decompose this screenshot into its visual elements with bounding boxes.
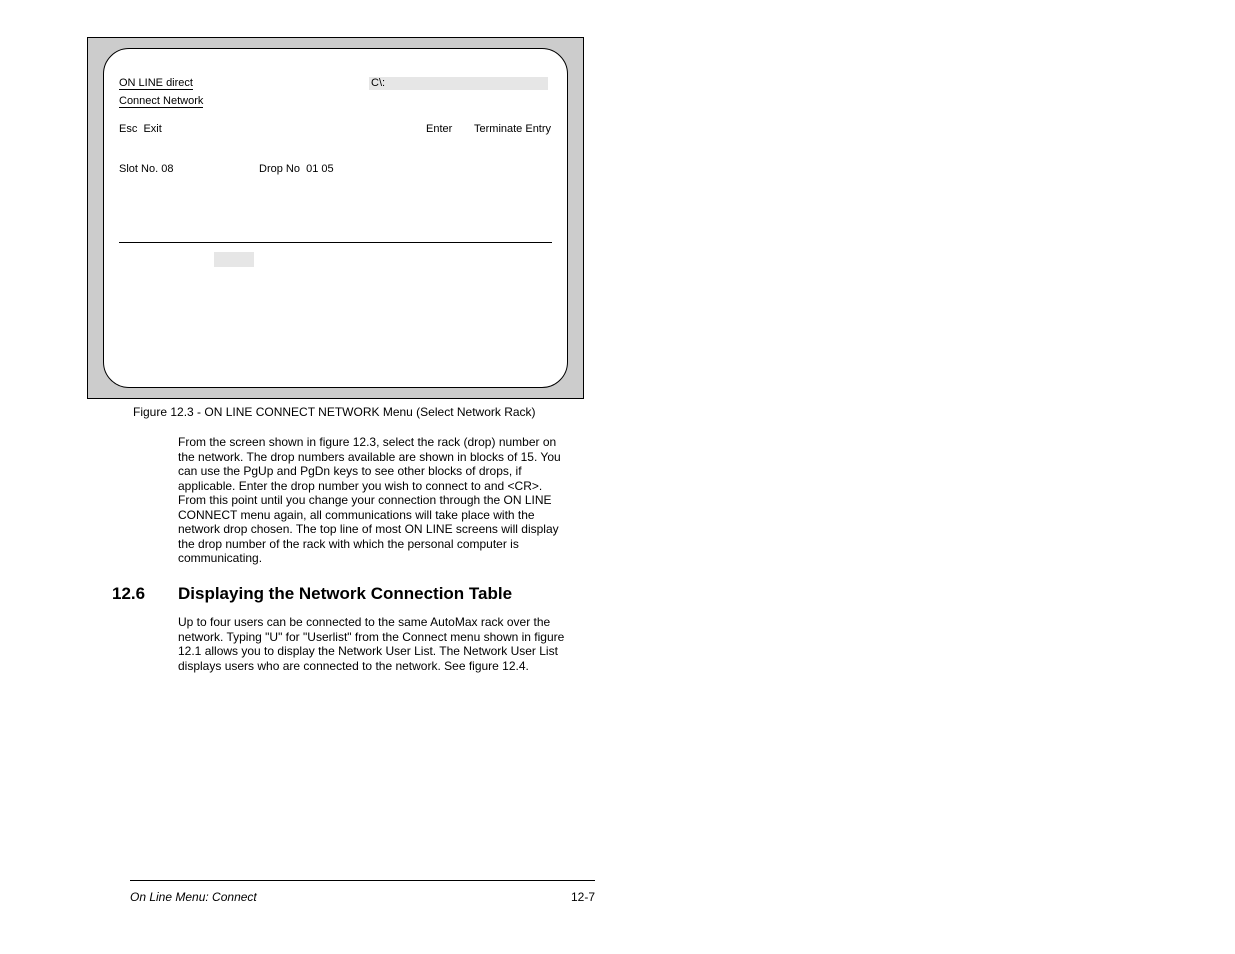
exit-label: Exit	[143, 123, 161, 135]
section-number: 12.6	[112, 584, 145, 604]
figure-caption: Figure 12.3 - ON LINE CONNECT NETWORK Me…	[133, 405, 536, 419]
terminal-screen-inner: ON LINE direct C\: Connect Network Esc E…	[103, 48, 568, 388]
footer-title: On Line Menu: Connect	[130, 890, 257, 904]
slot-label: Slot No.	[119, 163, 158, 175]
drop-label: Drop No	[259, 163, 300, 175]
enter-key: Enter	[426, 123, 452, 135]
slot-value: 08	[161, 163, 173, 175]
drop-values: 01 05	[306, 163, 334, 175]
body-paragraph-2: Up to four users can be connected to the…	[178, 615, 568, 673]
online-status: ON LINE direct	[119, 77, 193, 90]
terminal-screen-figure: ON LINE direct C\: Connect Network Esc E…	[87, 37, 584, 399]
section-heading: Displaying the Network Connection Table	[178, 584, 512, 604]
divider-line	[119, 242, 552, 243]
menu-title: Connect Network	[119, 95, 203, 108]
page-number: 12-7	[571, 890, 595, 904]
terminate-label: Terminate Entry	[474, 123, 551, 135]
esc-key: Esc	[119, 123, 137, 135]
cursor-box	[214, 252, 254, 267]
footer-rule	[130, 880, 595, 881]
body-paragraph-1: From the screen shown in figure 12.3, se…	[178, 435, 568, 566]
path-display: C\:	[369, 77, 548, 90]
